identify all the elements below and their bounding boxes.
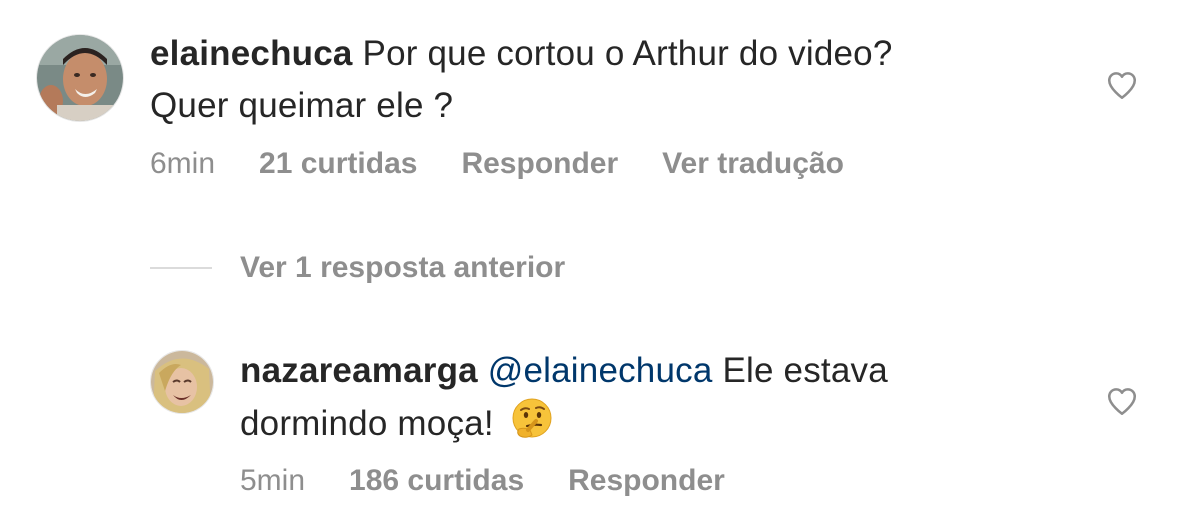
comment-time: 6min	[150, 147, 216, 180]
comment-meta: 6min 21 curtidas Responder Ver tradução	[150, 146, 888, 182]
avatar-photo-icon	[151, 351, 213, 413]
reply-button[interactable]: Responder	[461, 147, 618, 180]
comment-username[interactable]: nazareamarga	[240, 351, 478, 390]
comment-text: nazareamarga @elainechuca Ele estava dor…	[240, 345, 1090, 450]
comment-body-line2: Quer queimar ele ?	[150, 86, 454, 125]
comment-body-line1: Por que cortou o Arthur do video?	[352, 34, 893, 73]
comment-likes[interactable]: 21 curtidas	[259, 147, 417, 180]
view-previous-replies[interactable]: Ver 1 resposta anterior	[150, 248, 565, 288]
comment-body-line2: dormindo moça!	[240, 404, 494, 443]
comment-text: elainechuca Por que cortou o Arthur do v…	[150, 28, 1050, 132]
translate-button[interactable]: Ver tradução	[662, 147, 844, 180]
like-heart-icon[interactable]	[1104, 384, 1140, 418]
avatar[interactable]	[150, 350, 214, 414]
comment-likes[interactable]: 186 curtidas	[349, 464, 524, 497]
like-heart-icon[interactable]	[1104, 68, 1140, 102]
comment-body-line1: Ele estava	[712, 351, 888, 390]
view-replies-label[interactable]: Ver 1 resposta anterior	[240, 251, 565, 285]
avatar-photo-icon	[37, 35, 123, 121]
mention-link[interactable]: @elainechuca	[488, 351, 713, 390]
comment-username[interactable]: elainechuca	[150, 34, 353, 73]
comment-time: 5min	[240, 464, 306, 497]
replies-divider	[150, 267, 212, 269]
avatar[interactable]	[36, 34, 124, 122]
thinking-face-icon	[512, 398, 552, 438]
comment-meta: 5min 186 curtidas Responder	[240, 463, 769, 499]
reply-button[interactable]: Responder	[568, 464, 725, 497]
